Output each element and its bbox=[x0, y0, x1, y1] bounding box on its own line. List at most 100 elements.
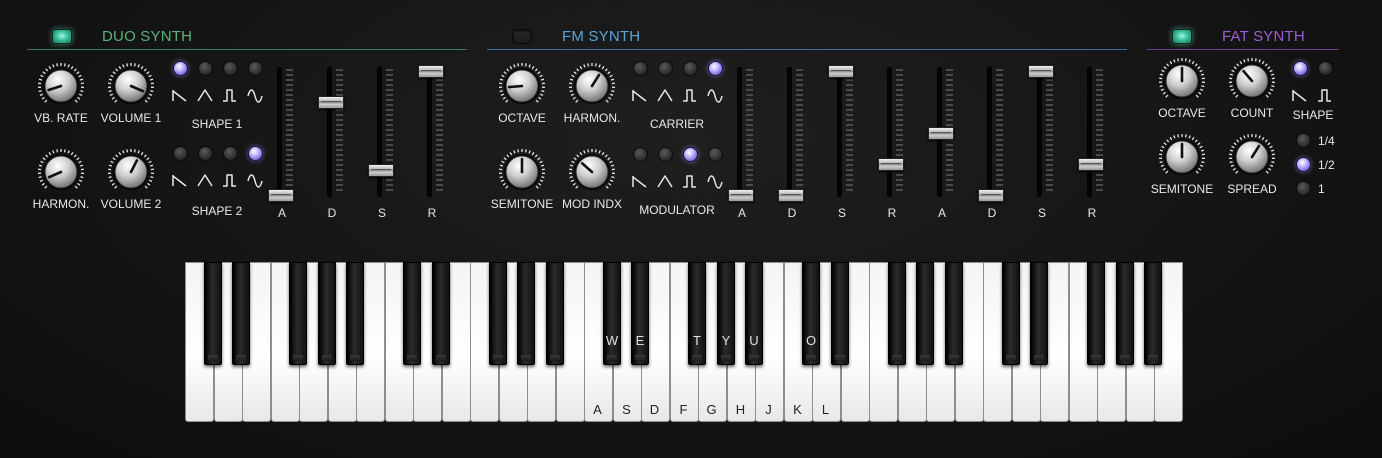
fat-octave-knob[interactable] bbox=[1158, 57, 1206, 105]
fat-semitone-knob[interactable] bbox=[1158, 133, 1206, 181]
modulator-selector bbox=[632, 147, 723, 197]
sin-wave-radio[interactable] bbox=[708, 147, 723, 162]
black-key[interactable] bbox=[1144, 262, 1162, 365]
black-key[interactable] bbox=[489, 262, 507, 365]
square-wave-icon bbox=[682, 87, 698, 103]
tri-wave-radio[interactable] bbox=[198, 61, 213, 76]
mod-indx-knob[interactable] bbox=[568, 148, 616, 196]
slider-track[interactable] bbox=[427, 67, 432, 197]
slider-handle[interactable] bbox=[928, 127, 954, 140]
vb-rate-knob[interactable] bbox=[37, 62, 85, 110]
spread-knob[interactable] bbox=[1228, 133, 1276, 181]
black-key[interactable] bbox=[888, 262, 906, 365]
black-key[interactable] bbox=[831, 262, 849, 365]
saw-wave-radio[interactable] bbox=[633, 61, 648, 76]
spread-option-radio[interactable] bbox=[1296, 133, 1311, 148]
black-key[interactable] bbox=[517, 262, 535, 365]
slider-track[interactable] bbox=[837, 67, 842, 197]
slider-handle[interactable] bbox=[978, 189, 1004, 202]
black-key[interactable] bbox=[945, 262, 963, 365]
fm-synth-toggle[interactable] bbox=[512, 29, 532, 44]
black-key[interactable] bbox=[204, 262, 222, 365]
slider-scale bbox=[336, 69, 343, 194]
semitone-knob[interactable] bbox=[498, 148, 546, 196]
black-key[interactable] bbox=[1002, 262, 1020, 365]
slider-handle[interactable] bbox=[828, 65, 854, 78]
square-wave-icon bbox=[1317, 87, 1333, 103]
slider-handle[interactable] bbox=[778, 189, 804, 202]
sqr-wave-radio[interactable] bbox=[223, 146, 238, 161]
slider-handle[interactable] bbox=[1078, 158, 1104, 171]
slider-track[interactable] bbox=[1087, 67, 1092, 197]
sqr-wave-radio[interactable] bbox=[1318, 61, 1333, 76]
key-shortcut-label: U bbox=[749, 333, 759, 348]
volume-2-knob[interactable] bbox=[107, 148, 155, 196]
harmon-knob[interactable] bbox=[37, 148, 85, 196]
black-key[interactable]: Y bbox=[717, 262, 735, 365]
slider-label: A bbox=[737, 206, 747, 220]
triangle-wave-icon bbox=[197, 87, 213, 103]
slider-handle[interactable] bbox=[418, 65, 444, 78]
black-key[interactable]: W bbox=[603, 262, 621, 365]
slider-track[interactable] bbox=[737, 67, 742, 197]
black-key[interactable]: O bbox=[802, 262, 820, 365]
saw-wave-radio[interactable] bbox=[1293, 61, 1308, 76]
fat-shape-selector bbox=[1292, 61, 1333, 111]
saw-wave-radio[interactable] bbox=[173, 146, 188, 161]
slider-handle[interactable] bbox=[268, 189, 294, 202]
fm-synth-title: FM SYNTH bbox=[562, 28, 641, 45]
sin-wave-radio[interactable] bbox=[708, 61, 723, 76]
black-key[interactable]: T bbox=[688, 262, 706, 365]
saw-wave-radio[interactable] bbox=[633, 147, 648, 162]
slider-handle[interactable] bbox=[728, 189, 754, 202]
slider-track[interactable] bbox=[887, 67, 892, 197]
tri-wave-radio[interactable] bbox=[198, 146, 213, 161]
sqr-wave-radio[interactable] bbox=[223, 61, 238, 76]
spread-option-radio[interactable] bbox=[1296, 157, 1311, 172]
black-key[interactable] bbox=[1087, 262, 1105, 365]
slider-scale bbox=[896, 69, 903, 194]
slider-track[interactable] bbox=[787, 67, 792, 197]
black-key[interactable] bbox=[916, 262, 934, 365]
slider-track[interactable] bbox=[1037, 67, 1042, 197]
modulator-label: MODULATOR bbox=[639, 203, 715, 217]
slider-label: D bbox=[327, 206, 337, 220]
slider-track[interactable] bbox=[327, 67, 332, 197]
fm-harmon-knob[interactable] bbox=[568, 62, 616, 110]
black-key[interactable] bbox=[1030, 262, 1048, 365]
sin-wave-radio[interactable] bbox=[248, 61, 263, 76]
fat-octave-label: OCTAVE bbox=[1158, 106, 1206, 120]
black-key[interactable] bbox=[289, 262, 307, 365]
tri-wave-radio[interactable] bbox=[658, 147, 673, 162]
volume-1-knob[interactable] bbox=[107, 62, 155, 110]
black-key[interactable] bbox=[232, 262, 250, 365]
slider-label: R bbox=[1087, 206, 1097, 220]
sqr-wave-radio[interactable] bbox=[683, 147, 698, 162]
count-knob[interactable] bbox=[1228, 57, 1276, 105]
black-key[interactable] bbox=[346, 262, 364, 365]
key-shortcut-label: D bbox=[649, 402, 660, 417]
spread-option-radio[interactable] bbox=[1296, 181, 1311, 196]
black-key[interactable] bbox=[403, 262, 421, 365]
duo-synth-toggle[interactable] bbox=[52, 29, 72, 44]
slider-track[interactable] bbox=[377, 67, 382, 197]
slider-handle[interactable] bbox=[878, 158, 904, 171]
black-key[interactable] bbox=[432, 262, 450, 365]
piano-keyboard: A S D F G H J K L W E T Y U O bbox=[185, 262, 1183, 424]
tri-wave-radio[interactable] bbox=[658, 61, 673, 76]
black-key[interactable] bbox=[318, 262, 336, 365]
black-key[interactable]: E bbox=[631, 262, 649, 365]
sqr-wave-radio[interactable] bbox=[683, 61, 698, 76]
black-key[interactable] bbox=[546, 262, 564, 365]
slider-handle[interactable] bbox=[318, 96, 344, 109]
black-key[interactable]: U bbox=[745, 262, 763, 365]
slider-track[interactable] bbox=[277, 67, 282, 197]
slider-handle[interactable] bbox=[1028, 65, 1054, 78]
fat-synth-toggle[interactable] bbox=[1172, 29, 1192, 44]
saw-wave-radio[interactable] bbox=[173, 61, 188, 76]
black-key[interactable] bbox=[1116, 262, 1134, 365]
slider-track[interactable] bbox=[987, 67, 992, 197]
slider-handle[interactable] bbox=[368, 164, 394, 178]
sin-wave-radio[interactable] bbox=[248, 146, 263, 161]
octave-knob[interactable] bbox=[498, 62, 546, 110]
